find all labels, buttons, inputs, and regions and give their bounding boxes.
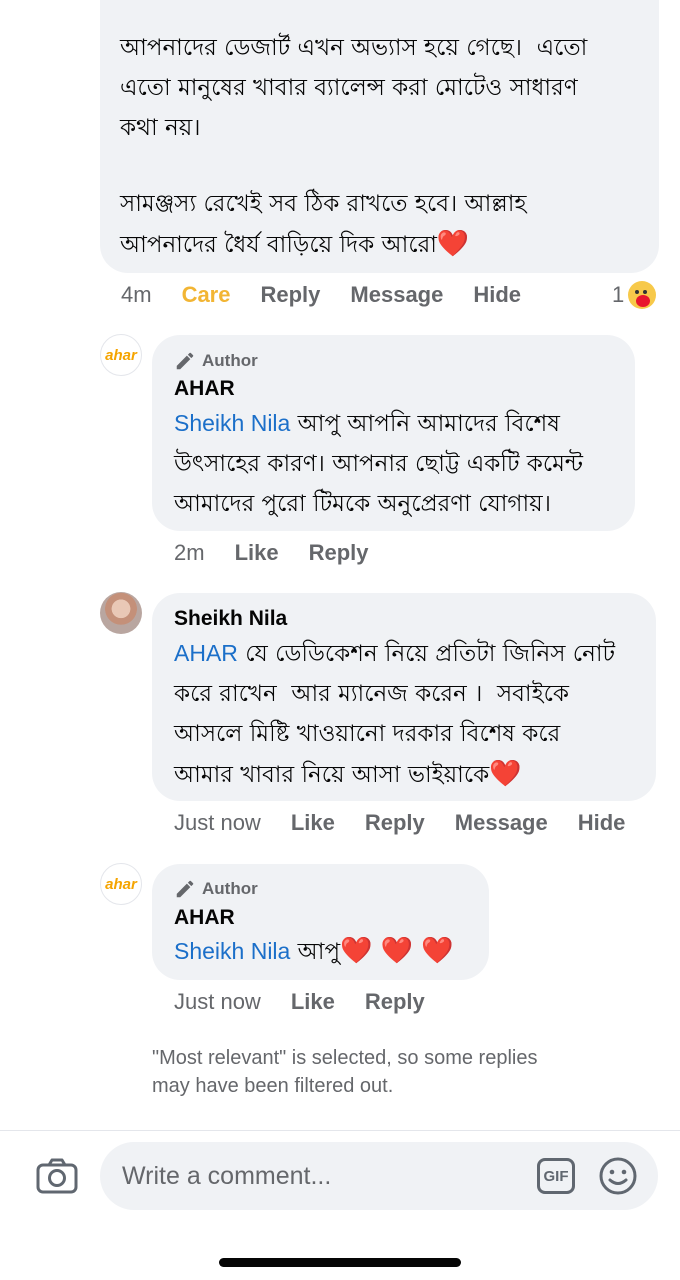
camera-icon[interactable] <box>36 1158 78 1194</box>
comment-line: সামঞ্জস্য রেখেই সব ঠিক রাখতে হবে। আল্লাহ <box>120 191 527 217</box>
reply-line: আসলে মিষ্টি খাওয়ানো দরকার বিশেষ করে <box>174 721 561 747</box>
heart-emoji: ❤️ <box>436 229 470 259</box>
care-reaction-button[interactable]: Care <box>182 282 231 308</box>
like-button[interactable]: Like <box>235 540 279 566</box>
reply-text: আমার খাবার নিয়ে আসা ভাইয়াকে <box>174 762 490 788</box>
comment-line: আপনাদের ডেজার্ট এখন অভ্যাস হয়ে গেছে। এত… <box>120 35 588 61</box>
reply-text: যে ডেডিকেশন নিয়ে প্রতিটা জিনিস নোট <box>237 641 616 667</box>
reply-button[interactable]: Reply <box>365 810 425 836</box>
reply-button[interactable]: Reply <box>365 989 425 1015</box>
reaction-count: 1 <box>612 282 625 307</box>
comment-line: কথা নয়। <box>120 115 201 141</box>
author-badge: Author <box>174 350 258 372</box>
commenter-name[interactable]: Sheikh Nila <box>174 607 287 631</box>
message-button[interactable]: Message <box>350 282 443 308</box>
mention-link[interactable]: Sheikh Nila <box>174 938 290 964</box>
reply-line: উৎসাহের কারণ। আপনার ছোট্ট একটি কমেন্ট <box>174 451 583 477</box>
timestamp: Just now <box>174 989 261 1014</box>
ahar-avatar[interactable]: ahar <box>100 334 142 376</box>
commenter-name[interactable]: AHAR <box>174 377 235 401</box>
author-label: Author <box>202 351 258 370</box>
hide-button[interactable]: Hide <box>473 282 521 308</box>
logo-text: ahar <box>105 346 137 364</box>
gif-label: GIF <box>543 1167 569 1185</box>
logo-text: ahar <box>105 875 137 893</box>
timestamp: Just now <box>174 810 261 835</box>
pencil-icon <box>176 880 194 898</box>
message-button[interactable]: Message <box>455 810 548 836</box>
reply-actions: 2m Like Reply <box>174 540 399 566</box>
reply-line: AHAR যে ডেডিকেশন নিয়ে প্রতিটা জিনিস নোট <box>174 633 649 674</box>
mention-link[interactable]: Sheikh Nila <box>174 410 290 436</box>
reply-text: আপু আপনি আমাদের বিশেষ <box>290 411 560 437</box>
author-badge: Author <box>174 878 258 900</box>
gif-icon[interactable]: GIF <box>537 1158 575 1194</box>
reply-button[interactable]: Reply <box>260 282 320 308</box>
comment-line: আপনাদের ধৈর্য বাড়িয়ে দিক আরো❤️ <box>120 224 587 265</box>
emoji-icon[interactable] <box>598 1156 638 1201</box>
home-indicator <box>219 1258 461 1267</box>
reaction-summary[interactable]: 1 <box>612 281 657 309</box>
comment-placeholder: Write a comment... <box>122 1162 332 1190</box>
comment-input[interactable]: Write a comment... GIF <box>100 1142 658 1210</box>
filter-notice: "Most relevant" is selected, so some rep… <box>152 1047 538 1097</box>
reply-bubble-sheikh-nila[interactable]: Sheikh Nila AHAR যে ডেডিকেশন নিয়ে প্রতি… <box>152 593 656 801</box>
heart-emoji: ❤️ <box>489 759 522 789</box>
comment-bubble-main[interactable]: আপনাদের ডেজার্ট এখন অভ্যাস হয়ে গেছে। এত… <box>100 0 659 273</box>
ahar-avatar[interactable]: ahar <box>100 863 142 905</box>
comment-line: এতো মানুষের খাবার ব্যালেন্স করা মোটেও সা… <box>120 75 578 101</box>
reply-bubble-ahar-2[interactable]: Author AHAR Sheikh Nila আপু❤️ ❤️ ❤️ <box>152 864 489 980</box>
mention-link[interactable]: AHAR <box>174 640 238 666</box>
reply-actions: Just now Like Reply <box>174 989 455 1015</box>
reply-line: করে রাখেন আর ম্যানেজ করেন । সবাইকে <box>174 681 569 707</box>
commenter-name[interactable]: AHAR <box>174 906 235 930</box>
timestamp: 2m <box>174 540 205 565</box>
reply-line: Sheikh Nila আপু আপনি আমাদের বিশেষ <box>174 403 624 444</box>
reply-bubble-ahar-1[interactable]: Author AHAR Sheikh Nila আপু আপনি আমাদের … <box>152 335 635 531</box>
like-button[interactable]: Like <box>291 810 335 836</box>
care-emoji-icon <box>628 281 657 309</box>
hide-button[interactable]: Hide <box>578 810 626 836</box>
reply-text: আপু <box>290 939 341 965</box>
reply-button[interactable]: Reply <box>309 540 369 566</box>
timestamp: 4m <box>121 282 152 307</box>
reply-line: Sheikh Nila আপু❤️ ❤️ ❤️ <box>174 931 484 972</box>
reply-line: আমাদের পুরো টিমকে অনুপ্রেরণা যোগায়। <box>174 491 551 517</box>
comment-line-text: আপনাদের ধৈর্য বাড়িয়ে দিক আরো <box>120 232 437 258</box>
heart-emojis: ❤️ ❤️ ❤️ <box>340 936 454 966</box>
like-button[interactable]: Like <box>291 989 335 1015</box>
sheikh-nila-avatar[interactable] <box>100 592 142 634</box>
pencil-icon <box>176 352 194 370</box>
reply-actions: Just now Like Reply Message Hide <box>174 810 625 836</box>
author-label: Author <box>202 879 258 898</box>
comment-actions: 4m Care Reply Message Hide <box>121 282 661 308</box>
reply-line: আমার খাবার নিয়ে আসা ভাইয়াকে❤️ <box>174 754 649 795</box>
